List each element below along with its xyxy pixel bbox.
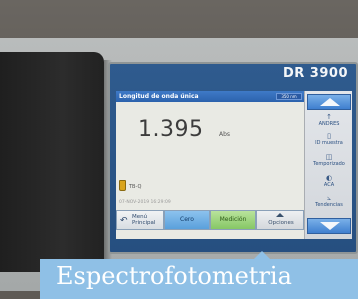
mode-title: Longitud de onda única <box>119 93 199 100</box>
back-arrow-icon: ↶ <box>120 216 128 226</box>
caret-up-icon <box>276 213 284 217</box>
side-item-timer[interactable]: ◫ Temporizado <box>305 153 352 167</box>
side-item-label: ID muestra <box>315 140 343 146</box>
side-item-label: Tendencias <box>315 202 343 208</box>
sample-id-icon: ▯ <box>327 132 331 140</box>
timestamp: 07-NOV-2019 16:29:09 <box>119 200 171 205</box>
vial-icon <box>119 180 126 191</box>
scroll-down-button[interactable] <box>307 218 351 234</box>
arrow-up-icon: ↑ <box>326 113 332 121</box>
measurement-value: 1.395 <box>138 117 204 142</box>
measurement-unit: Abs <box>219 131 231 138</box>
options-button[interactable]: Opciones <box>256 210 304 230</box>
timer-icon: ◫ <box>325 153 333 161</box>
side-item-label: Temporizado <box>313 161 345 167</box>
model-label: DR 3900 <box>282 66 348 81</box>
aca-icon: ◐ <box>325 174 333 182</box>
triangle-down-icon <box>320 222 340 230</box>
caption-banner: Espectrofotometria <box>40 259 358 299</box>
side-item-label: ANDRES <box>318 121 340 127</box>
mode-title-bar: Longitud de onda única 350 nm <box>116 91 304 102</box>
measure-button[interactable]: Medición <box>210 210 256 230</box>
side-item-label: ACA <box>323 182 335 188</box>
sample-compartment-lid[interactable] <box>0 52 104 272</box>
softkey-bar: ↶ Menú Principal Cero Medición Opciones <box>116 210 304 230</box>
triangle-up-icon <box>320 98 340 106</box>
scroll-up-button[interactable] <box>307 94 351 110</box>
caption-text: Espectrofotometria <box>56 262 292 290</box>
touch-screen: Longitud de onda única 350 nm 1.395 Abs … <box>116 91 352 239</box>
side-item-user[interactable]: ↑ ANDRES <box>305 113 352 127</box>
main-menu-button[interactable]: ↶ Menú Principal <box>116 210 164 230</box>
side-panel: ↑ ANDRES ▯ ID muestra ◫ Temporizado ◐ AC… <box>304 91 352 239</box>
side-item-sample-id[interactable]: ▯ ID muestra <box>305 132 352 146</box>
wavelength-badge[interactable]: 350 nm <box>276 93 302 100</box>
options-label: Opciones <box>268 220 294 226</box>
sample-id: TB-Q <box>129 184 142 190</box>
trend-icon: ⦣ <box>326 194 332 202</box>
side-item-trends[interactable]: ⦣ Tendencias <box>305 194 352 208</box>
main-menu-label: Menú Principal <box>132 214 156 226</box>
zero-button[interactable]: Cero <box>164 210 210 230</box>
side-item-aca[interactable]: ◐ ACA <box>305 174 352 188</box>
